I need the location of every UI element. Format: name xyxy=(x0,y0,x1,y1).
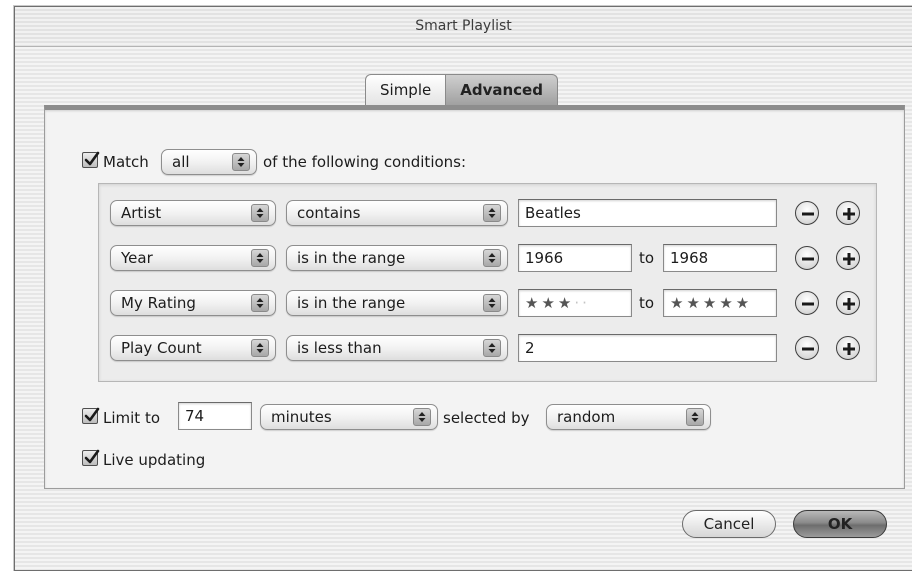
condition-value-input[interactable]: 2 xyxy=(518,334,777,362)
rating-stars-icon: ★★★★★ xyxy=(670,294,753,312)
match-all-any-select[interactable]: all xyxy=(161,149,257,175)
condition-operator-value: is in the range xyxy=(297,249,406,267)
limit-value-input[interactable]: 74 xyxy=(178,402,252,430)
smart-playlist-window: Smart Playlist Simple Advanced Match all… xyxy=(14,6,912,571)
condition-operator-value: is less than xyxy=(297,339,382,357)
match-suffix-label: of the following conditions: xyxy=(263,153,467,171)
popup-arrows-icon xyxy=(483,294,501,312)
selected-by-label: selected by xyxy=(443,409,530,427)
live-updating-label: Live updating xyxy=(103,451,206,469)
popup-arrows-icon xyxy=(483,249,501,267)
popup-arrows-icon xyxy=(413,408,431,426)
plus-icon xyxy=(843,208,855,220)
popup-arrows-icon xyxy=(686,408,704,426)
match-checkbox[interactable] xyxy=(82,151,100,168)
condition-field-select[interactable]: My Rating xyxy=(110,290,276,316)
popup-arrows-icon xyxy=(483,339,501,357)
advanced-panel: Match all of the following conditions: A… xyxy=(44,105,905,489)
condition-operator-select[interactable]: is in the range xyxy=(286,290,508,316)
condition-field-select[interactable]: Play Count xyxy=(110,335,276,361)
remove-condition-button[interactable] xyxy=(795,246,819,270)
remove-condition-button[interactable] xyxy=(795,336,819,360)
minus-icon xyxy=(802,302,814,306)
condition-operator-select[interactable]: is in the range xyxy=(286,245,508,271)
tab-simple[interactable]: Simple xyxy=(365,74,446,106)
condition-operator-value: is in the range xyxy=(297,294,406,312)
condition-field-select[interactable]: Year xyxy=(110,245,276,271)
condition-value-input[interactable]: Beatles xyxy=(518,199,777,227)
add-condition-button[interactable] xyxy=(836,201,860,225)
minus-icon xyxy=(802,257,814,261)
condition-field-value: Play Count xyxy=(121,339,202,357)
conditions-box: Artist contains Beatles Year is in the r… xyxy=(98,183,877,382)
condition-operator-select[interactable]: is less than xyxy=(286,335,508,361)
condition-operator-value: contains xyxy=(297,204,361,222)
match-label: Match xyxy=(103,153,149,171)
tab-advanced[interactable]: Advanced xyxy=(445,74,558,106)
plus-icon xyxy=(843,343,855,355)
title-bar[interactable]: Smart Playlist xyxy=(15,7,912,47)
popup-arrows-icon xyxy=(251,339,269,357)
popup-arrows-icon xyxy=(251,249,269,267)
selected-by-value: random xyxy=(557,408,616,426)
range-to-label: to xyxy=(639,249,655,267)
checkmark-icon xyxy=(84,449,100,464)
plus-icon xyxy=(843,253,855,265)
condition-field-select[interactable]: Artist xyxy=(110,200,276,226)
plus-icon xyxy=(843,298,855,310)
minus-icon xyxy=(802,347,814,351)
ok-button[interactable]: OK xyxy=(793,510,887,538)
condition-operator-select[interactable]: contains xyxy=(286,200,508,226)
rating-from-field[interactable]: ★★★·· xyxy=(518,289,632,317)
limit-unit-value: minutes xyxy=(271,408,332,426)
match-select-value: all xyxy=(172,153,190,171)
condition-field-value: Year xyxy=(121,249,153,267)
minus-icon xyxy=(802,212,814,216)
limit-label: Limit to xyxy=(103,409,161,427)
range-to-label: to xyxy=(639,294,655,312)
add-condition-button[interactable] xyxy=(836,291,860,315)
checkmark-icon xyxy=(84,407,100,422)
limit-unit-select[interactable]: minutes xyxy=(260,404,438,430)
popup-arrows-icon xyxy=(483,204,501,222)
add-condition-button[interactable] xyxy=(836,336,860,360)
cancel-button[interactable]: Cancel xyxy=(682,510,776,538)
range-from-input[interactable]: 1966 xyxy=(518,244,632,272)
range-to-input[interactable]: 1968 xyxy=(663,244,777,272)
popup-arrows-icon xyxy=(251,294,269,312)
live-updating-checkbox[interactable] xyxy=(82,449,100,466)
selected-by-select[interactable]: random xyxy=(546,404,711,430)
tab-bar: Simple Advanced xyxy=(365,74,558,106)
popup-arrows-icon xyxy=(232,153,250,171)
add-condition-button[interactable] xyxy=(836,246,860,270)
rating-to-field[interactable]: ★★★★★ xyxy=(663,289,777,317)
popup-arrows-icon xyxy=(251,204,269,222)
window-title: Smart Playlist xyxy=(415,18,512,34)
rating-stars-icon: ★★★·· xyxy=(525,294,590,312)
condition-field-value: My Rating xyxy=(121,294,196,312)
checkmark-icon xyxy=(84,151,100,166)
remove-condition-button[interactable] xyxy=(795,291,819,315)
limit-checkbox[interactable] xyxy=(82,407,100,424)
condition-field-value: Artist xyxy=(121,204,162,222)
remove-condition-button[interactable] xyxy=(795,201,819,225)
